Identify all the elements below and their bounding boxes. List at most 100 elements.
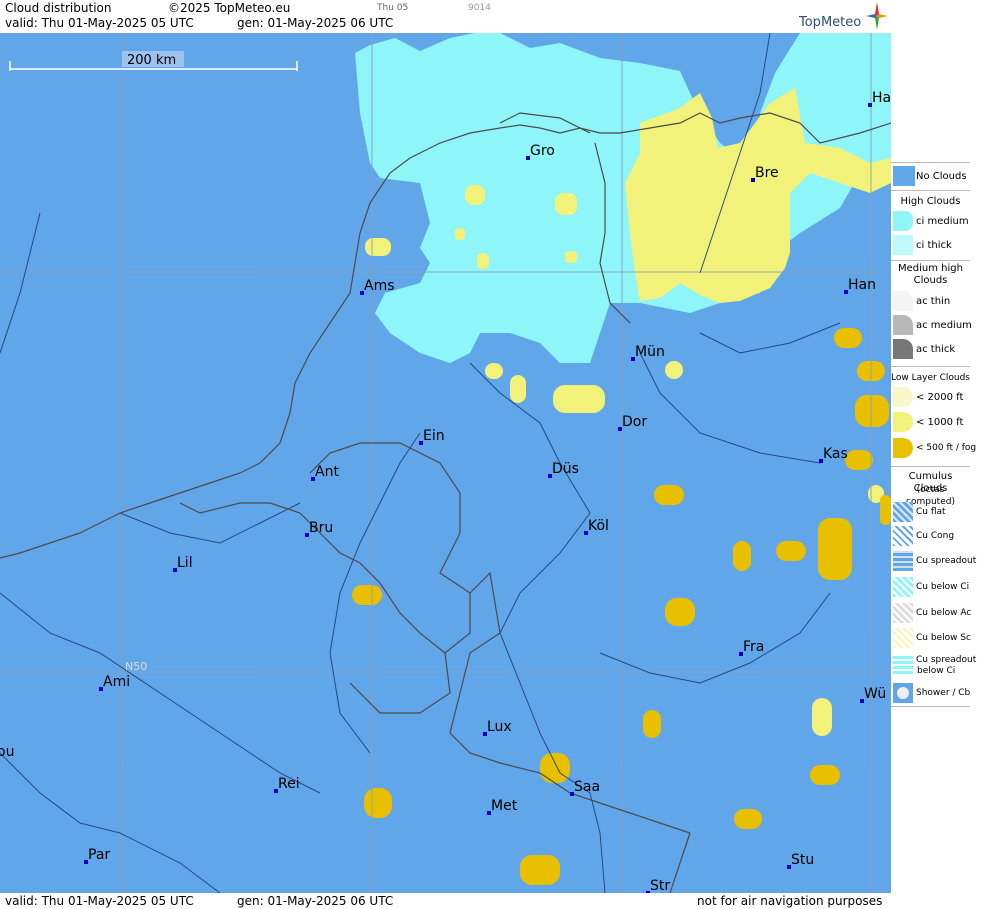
cu-below-ci-swatch	[893, 577, 913, 597]
city-label: Stu	[791, 852, 814, 868]
cu-cong-swatch	[893, 526, 913, 546]
city-label: Ha	[872, 90, 891, 106]
city-stu: Stu	[787, 852, 814, 869]
city-rei: Rei	[274, 776, 300, 793]
city-label: Kas	[823, 446, 848, 462]
city-label: Köl	[588, 518, 609, 534]
city-kas: Kas	[819, 446, 848, 463]
city-label: Wü	[864, 686, 886, 702]
legend-cu-cong: Cu Cong	[916, 531, 955, 541]
city-wü: Wü	[860, 686, 886, 703]
city-str: Str	[646, 878, 670, 893]
legend-low-title: Low Layer Clouds	[891, 373, 970, 383]
cu-spreadout-below-ci-swatch	[893, 654, 913, 674]
city-label: Ant	[315, 464, 339, 480]
ac-thick-swatch	[893, 339, 913, 359]
legend-ac-thick: ac thick	[916, 344, 956, 355]
city-dor: Dor	[618, 414, 647, 431]
legend-cu-below-ci: Cu below Ci	[916, 582, 970, 592]
small-code-label: 9014	[468, 3, 491, 13]
valid-time: valid: Thu 01-May-2025 05 UTC	[5, 16, 194, 30]
legend-no-clouds: No Clouds	[916, 171, 967, 182]
cu-below-ac-swatch	[893, 603, 913, 623]
footer-valid-time: valid: Thu 01-May-2025 05 UTC	[5, 894, 194, 908]
city-gro: Gro	[526, 143, 555, 160]
city-label: ou	[0, 744, 14, 760]
city-par: Par	[84, 847, 110, 864]
low-2000-swatch	[893, 387, 913, 407]
city-label: Par	[88, 847, 110, 863]
map-header: Cloud distribution ©2025 TopMeteo.eu val…	[0, 0, 891, 33]
city-label: Bre	[755, 165, 779, 181]
latitude-label: N50	[125, 660, 147, 673]
compass-icon	[866, 2, 888, 30]
city-label: Met	[491, 798, 518, 814]
footer-disclaimer: not for air navigation purposes	[697, 894, 883, 908]
city-label: Mün	[635, 344, 665, 360]
city-bre: Bre	[751, 165, 779, 182]
footer-generated-time: gen: 01-May-2025 06 UTC	[237, 894, 394, 908]
generated-time: gen: 01-May-2025 06 UTC	[237, 16, 394, 30]
city-köl: Köl	[584, 518, 609, 535]
copyright: ©2025 TopMeteo.eu	[168, 1, 291, 15]
city-label: Str	[650, 878, 670, 893]
city-label: Ams	[364, 278, 395, 294]
low-1000-swatch	[893, 412, 913, 432]
city-label: Düs	[552, 461, 579, 477]
legend-panel: No Clouds High Clouds ci medium ci thick…	[891, 0, 983, 909]
city-label: Dor	[622, 414, 647, 430]
cloud-map[interactable]: 200 km N50 Gro Bre Ha Ams Han Mün Dor Ein Ant Düs…	[0, 33, 891, 893]
city-saa: Saa	[570, 779, 600, 796]
legend-low-2000: < 2000 ft	[916, 392, 964, 403]
legend-cu-below-sc: Cu below Sc	[916, 633, 971, 643]
city-ams: Ams	[360, 278, 395, 295]
ci-thick-swatch	[893, 235, 913, 255]
city-ami: Ami	[99, 674, 130, 691]
city-label: Han	[848, 277, 876, 293]
city-lux: Lux	[483, 719, 512, 736]
city-label: Lux	[487, 719, 512, 735]
legend-high-title: High Clouds	[900, 196, 961, 207]
city-label: Lil	[177, 555, 193, 571]
city-label: Ami	[103, 674, 130, 690]
legend-ac-medium: ac medium	[916, 320, 972, 331]
city-label: Fra	[743, 639, 764, 655]
city-ha: Ha	[868, 90, 891, 107]
ci-medium-swatch	[893, 211, 913, 231]
city-fra: Fra	[739, 639, 764, 656]
city-bru: Bru	[305, 520, 333, 537]
legend-cu-spreadout: Cu spreadout	[916, 556, 977, 566]
city-ant: Ant	[311, 464, 339, 481]
cu-below-sc-swatch	[893, 628, 913, 648]
legend-ci-thick: ci thick	[916, 240, 952, 251]
city-ein: Ein	[419, 428, 445, 445]
legend-medium-title: Medium high Clouds	[898, 263, 963, 286]
city-düs: Düs	[548, 461, 579, 478]
legend-fog: < 500 ft / fog	[916, 443, 977, 453]
legend-cu-below-ac: Cu below Ac	[916, 608, 972, 618]
city-label: Bru	[309, 520, 333, 536]
cu-flat-swatch	[893, 502, 913, 522]
legend-low-1000: < 1000 ft	[916, 417, 964, 428]
legend-cu-spreadout-below-ci-line1: Cu spreadout	[916, 655, 977, 665]
city-ou: ou	[0, 744, 14, 760]
ac-thin-swatch	[893, 291, 913, 311]
map-title: Cloud distribution	[5, 1, 112, 15]
fog-swatch	[893, 438, 913, 458]
legend-ci-medium: ci medium	[916, 216, 969, 227]
shower-swatch	[893, 683, 913, 703]
city-met: Met	[487, 798, 518, 815]
legend-cu-spreadout-below-ci-line2: below Ci	[917, 666, 956, 676]
map-footer: valid: Thu 01-May-2025 05 UTC gen: 01-Ma…	[0, 893, 891, 909]
scale-label: 200 km	[127, 53, 176, 68]
legend-ac-thin: ac thin	[916, 296, 951, 307]
no-clouds-swatch	[893, 166, 915, 186]
cu-spreadout-swatch	[893, 551, 913, 571]
city-han: Han	[844, 277, 876, 294]
city-label: Gro	[530, 143, 555, 159]
brand-logo-text: TopMeteo	[799, 15, 862, 30]
ac-medium-swatch	[893, 315, 913, 335]
legend-shower: Shower / Cb	[916, 688, 971, 698]
legend-cu-flat: Cu flat	[916, 507, 946, 517]
city-label: Ein	[423, 428, 445, 444]
